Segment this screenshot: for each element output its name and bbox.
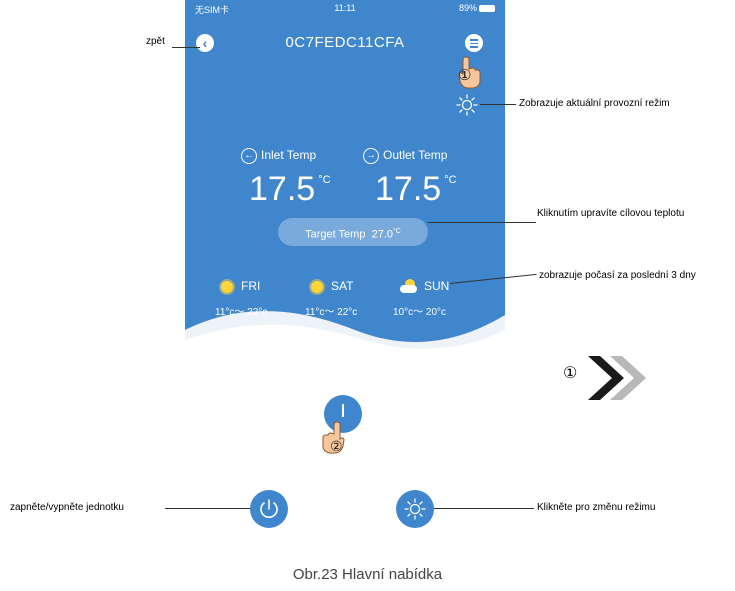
callout-mode-change: Klikněte pro změnu režimu: [537, 502, 656, 513]
status-time: 11:11: [334, 3, 356, 13]
outlet-temp-unit: °C: [444, 174, 457, 186]
status-bar: 无SIM卡 11:11 89%: [185, 3, 505, 17]
inlet-temp-label: ← Inlet Temp: [241, 148, 316, 164]
callout-mode: Zobrazuje aktuální provozní režim: [519, 98, 670, 109]
battery-percent: 89%: [458, 3, 477, 13]
target-temp-label: Target Temp: [305, 228, 366, 241]
mode-sun-icon: [456, 94, 478, 116]
weather-range-sat: 11°c～ 22°c: [305, 307, 358, 318]
sun-icon: [404, 498, 426, 520]
outlet-arrow-icon: →: [363, 148, 379, 164]
callout-line: [434, 508, 534, 509]
callout-power: zapněte/vypněte jednotku: [10, 502, 124, 513]
sun-icon: [311, 280, 323, 293]
header-background: [185, 0, 505, 345]
menu-button[interactable]: [465, 34, 483, 52]
power-button[interactable]: [250, 490, 288, 528]
target-temp-button[interactable]: Target Temp 27.0°C: [278, 218, 428, 246]
inlet-arrow-icon: ←: [241, 148, 257, 164]
chevron-step-marker: ①: [563, 365, 578, 382]
weather-day-fri: FRI: [221, 279, 260, 293]
target-temp-unit: °C: [393, 228, 401, 235]
sun-icon: [221, 280, 233, 293]
step-marker-2: ②: [330, 438, 343, 454]
callout-line: [480, 104, 516, 105]
weather-day-sun: SUN: [400, 278, 449, 293]
callout-line: [172, 47, 200, 48]
step-marker-1: ①: [458, 67, 472, 84]
target-temp-value: 27.0: [371, 228, 393, 241]
battery-icon: [479, 5, 495, 13]
callout-line: [165, 508, 250, 509]
inlet-temp-unit: °C: [318, 174, 331, 186]
weather-range-fri: 11°c～ 22°c: [215, 307, 268, 318]
outlet-temp-value: 17.5 °C: [375, 170, 457, 208]
mode-change-button[interactable]: [396, 490, 434, 528]
callout-back: zpět: [146, 36, 165, 47]
callout-weather: zobrazuje počasí za poslední 3 dny: [539, 270, 696, 281]
figure-caption: Obr.23 Hlavní nabídka: [292, 566, 443, 583]
cloud-sun-icon: [400, 278, 418, 293]
callout-target: Kliknutím upravíte cílovou teplotu: [537, 208, 685, 219]
weather-day-sat: SAT: [311, 279, 353, 293]
inlet-temp-value: 17.5 °C: [249, 170, 331, 208]
callout-line: [428, 222, 536, 223]
device-title: 0C7FEDC11CFA: [285, 34, 405, 51]
power-icon: [260, 499, 278, 518]
weather-range-sun: 10°c～ 20°c: [393, 307, 447, 318]
outlet-temp-label: → Outlet Temp: [363, 148, 447, 164]
battery-indicator: 89%: [459, 3, 495, 13]
